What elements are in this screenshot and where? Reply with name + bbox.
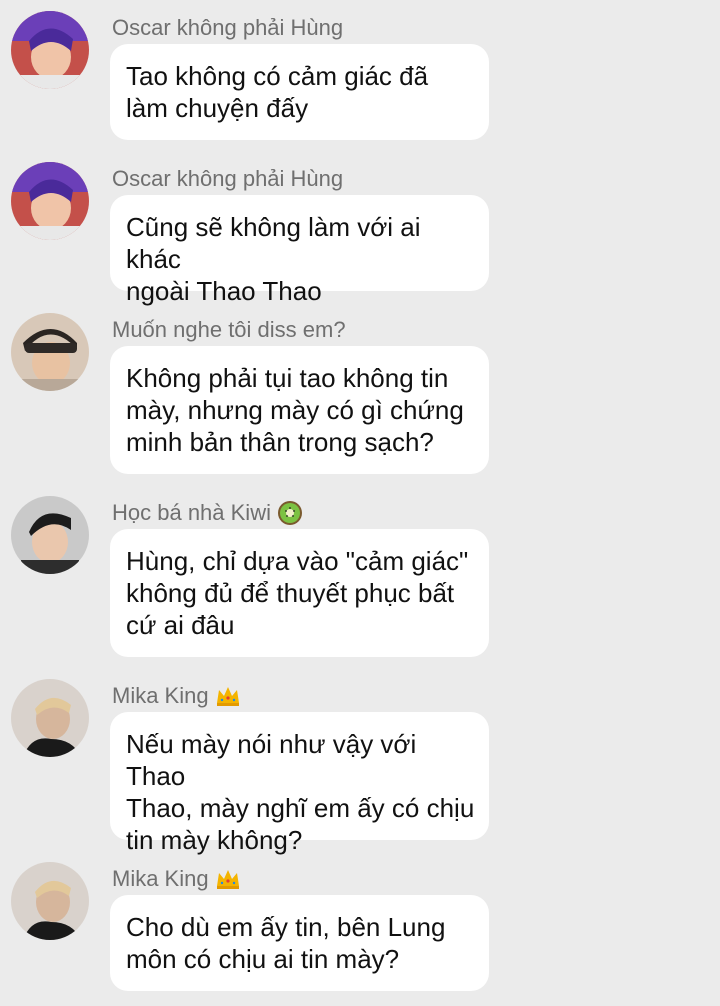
chat-thread: Oscar không phải Hùng Tao không có cảm g… [0, 0, 720, 1006]
message-text: Nếu mày nói như vậy với Thao Thao, mày n… [126, 729, 475, 855]
message-text: Không phải tụi tao không tin mày, nhưng … [126, 363, 464, 457]
kiwi-icon [277, 500, 303, 526]
avatar[interactable] [11, 11, 89, 89]
sender-name: Oscar không phải Hùng [112, 166, 344, 191]
avatar[interactable] [11, 862, 89, 940]
avatar[interactable] [11, 679, 89, 757]
message-bubble[interactable]: Không phải tụi tao không tin mày, nhưng … [110, 346, 489, 474]
avatar[interactable] [11, 496, 89, 574]
message-text: Cho dù em ấy tin, bên Lung môn có chịu a… [126, 912, 446, 974]
message-bubble[interactable]: Hùng, chỉ dựa vào "cảm giác" không đủ để… [110, 529, 489, 657]
crown-icon [215, 866, 241, 892]
message-bubble[interactable]: Nếu mày nói như vậy với Thao Thao, mày n… [110, 712, 489, 855]
message-text: Tao không có cảm giác đã làm chuyện đấy [126, 61, 429, 123]
avatar[interactable] [11, 162, 89, 240]
sender-name: Mika King [112, 865, 241, 893]
message-text: Cũng sẽ không làm với ai khác ngoài Thao… [126, 212, 421, 306]
message-text: Hùng, chỉ dựa vào "cảm giác" không đủ để… [126, 546, 469, 640]
sender-name: Oscar không phải Hùng [112, 15, 344, 40]
sender-name: Muốn nghe tôi diss em? [112, 317, 346, 342]
message-bubble[interactable]: Cũng sẽ không làm với ai khác ngoài Thao… [110, 195, 489, 306]
crown-icon [215, 683, 241, 709]
sender-name: Mika King [112, 682, 241, 710]
message-bubble[interactable]: Tao không có cảm giác đã làm chuyện đấy [110, 44, 489, 140]
sender-name: Học bá nhà Kiwi [112, 499, 303, 527]
message-bubble[interactable]: Cho dù em ấy tin, bên Lung môn có chịu a… [110, 895, 489, 991]
avatar[interactable] [11, 313, 89, 391]
